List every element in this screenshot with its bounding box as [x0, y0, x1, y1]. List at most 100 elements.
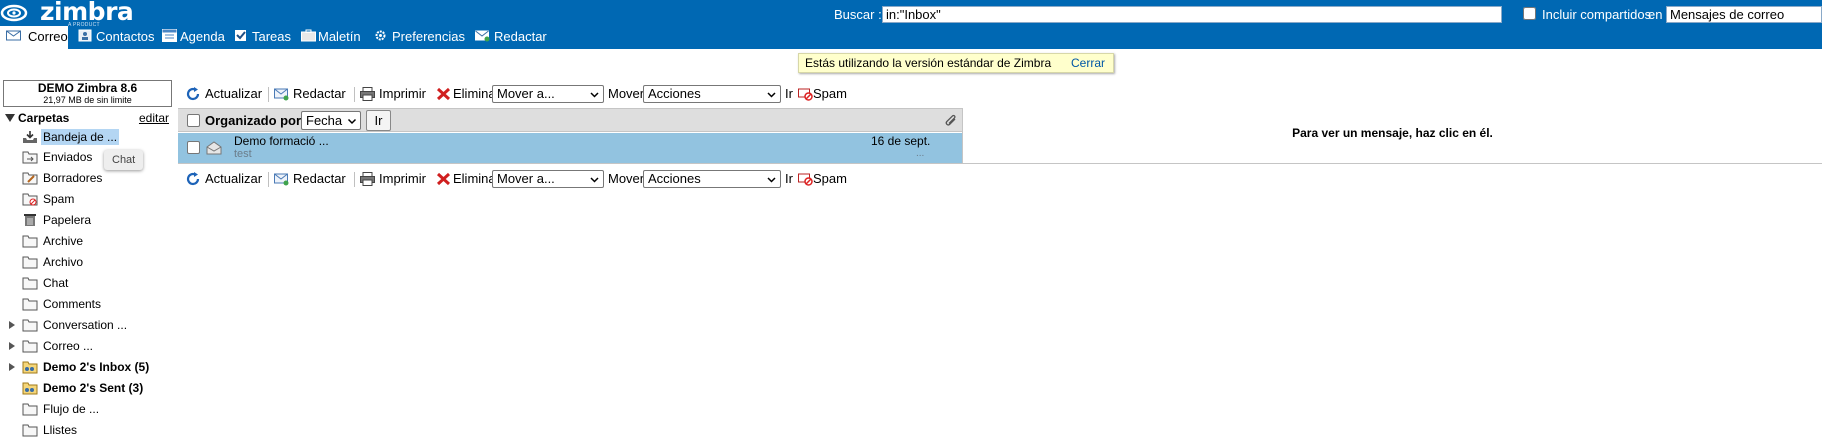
folder-label: Spam — [43, 192, 75, 206]
move-to-select-value: Mover a... — [497, 171, 555, 186]
go-button[interactable]: Ir — [785, 171, 793, 187]
chat-tooltip: Chat — [104, 150, 144, 170]
folder-label: Papelera — [43, 213, 92, 227]
folder-label: Enviados — [43, 150, 93, 164]
print-icon — [360, 87, 375, 101]
paperclip-icon[interactable] — [944, 113, 958, 129]
sort-go-button[interactable]: Ir — [366, 110, 391, 131]
folder-llistes[interactable]: Llistes — [0, 422, 172, 440]
spam-label: Spam — [813, 86, 847, 101]
go-button[interactable]: Ir — [785, 86, 793, 102]
banner-close-link[interactable]: Cerrar — [1071, 54, 1105, 72]
briefcase-icon — [301, 29, 316, 42]
drafts-icon — [22, 172, 38, 185]
tab-agenda[interactable]: Agenda — [160, 26, 226, 49]
spam-icon — [798, 88, 813, 101]
move-button[interactable]: Mover — [608, 86, 644, 102]
actions-select[interactable]: Acciones — [643, 170, 781, 188]
folder-label: Conversation ... — [43, 318, 128, 332]
sort-by-select[interactable]: Fecha — [301, 111, 361, 130]
tab-tareas[interactable]: Tareas — [232, 26, 292, 49]
compose-label: Redactar — [293, 171, 346, 186]
message-list-header: Organizado por: Fecha Ir — [178, 108, 962, 132]
folder-icon — [22, 403, 38, 416]
chevron-down-icon — [590, 177, 599, 183]
folder-icon — [22, 298, 38, 311]
toolbar-divider — [354, 87, 355, 102]
compose-icon — [274, 88, 289, 101]
spam-icon — [22, 193, 38, 206]
message-toolbar-top: Actualizar Redactar Imprimir Eliminar Mo… — [184, 83, 1822, 105]
tab-label: Correo — [28, 29, 68, 44]
mail-icon — [6, 30, 21, 41]
folder-label: Correo ... — [43, 339, 94, 353]
message-checkbox[interactable] — [187, 141, 200, 154]
expand-arrow-icon[interactable] — [9, 321, 15, 329]
tab-contactos[interactable]: Contactos — [74, 26, 155, 49]
tab-maletin[interactable]: Maletín — [298, 26, 364, 49]
search-scope-select[interactable]: Mensajes de correo — [1666, 6, 1822, 23]
folder-demo2-inbox[interactable]: Demo 2's Inbox (5) — [0, 359, 172, 377]
collapse-folders-icon[interactable] — [5, 114, 15, 122]
compose-icon — [475, 30, 490, 42]
tab-label: Tareas — [252, 29, 292, 44]
folder-archivo[interactable]: Archivo — [0, 254, 172, 272]
quota-usage: 21,97 MB de sin limite — [43, 95, 132, 105]
move-button[interactable]: Mover — [608, 171, 644, 187]
search-input[interactable] — [882, 6, 1502, 23]
actions-select-value: Acciones — [648, 86, 701, 101]
banner-text: Estás utilizando la versión estándar de … — [805, 56, 1052, 70]
folder-icon — [22, 340, 38, 353]
shared-folder-icon — [22, 382, 38, 395]
tab-correo[interactable]: Correo — [0, 26, 68, 49]
folder-enviados[interactable]: Enviados — [0, 149, 172, 167]
folder-label: Demo 2's Inbox (5) — [43, 360, 150, 374]
compose-icon — [274, 173, 289, 186]
folder-comments[interactable]: Comments — [0, 296, 172, 314]
folder-icon — [22, 424, 38, 437]
toolbar-divider — [268, 87, 269, 102]
folder-icon — [22, 277, 38, 290]
message-snippet: test — [234, 148, 252, 160]
calendar-icon — [162, 29, 177, 42]
tab-redactar[interactable]: Redactar — [472, 26, 562, 49]
folder-correo[interactable]: Correo ... — [0, 338, 172, 356]
folder-demo2-sent[interactable]: Demo 2's Sent (3) — [0, 380, 172, 398]
move-to-select[interactable]: Mover a... — [492, 170, 604, 188]
gear-icon — [375, 30, 386, 41]
folder-conversation[interactable]: Conversation ... — [0, 317, 172, 335]
tab-preferencias[interactable]: Preferencias — [370, 26, 466, 49]
folders-edit-link[interactable]: editar — [139, 111, 169, 125]
search-scope-label: en — [1648, 7, 1663, 22]
folder-label: Borradores — [43, 171, 103, 185]
folder-icon — [22, 256, 38, 269]
chevron-down-icon — [767, 92, 776, 98]
actions-select[interactable]: Acciones — [643, 85, 781, 103]
folder-bandeja-de-entrada[interactable]: Bandeja de ... — [0, 129, 172, 147]
trash-icon — [24, 214, 36, 226]
folder-label: Flujo de ... — [43, 402, 100, 416]
tasks-icon — [235, 30, 246, 41]
folder-spam[interactable]: Spam — [0, 191, 172, 209]
include-shared-checkbox[interactable] — [1523, 7, 1536, 20]
message-row[interactable]: Demo formació ... test 16 de sept. ... — [178, 133, 962, 163]
folder-chat[interactable]: Chat — [0, 275, 172, 293]
zimbra-logo[interactable]: zimbra A PRODUCT — [0, 0, 134, 28]
expand-arrow-icon[interactable] — [9, 342, 15, 350]
folders-title: Carpetas — [18, 111, 70, 125]
folder-icon — [22, 235, 38, 248]
folder-flujo[interactable]: Flujo de ... — [0, 401, 172, 419]
move-to-select[interactable]: Mover a... — [492, 85, 604, 103]
folder-borradores[interactable]: Borradores — [0, 170, 172, 188]
tab-label: Preferencias — [392, 29, 465, 44]
folder-archive[interactable]: Archive — [0, 233, 172, 251]
folder-icon — [22, 319, 38, 332]
print-icon — [360, 172, 375, 186]
include-shared-label: Incluir compartidos — [1542, 7, 1652, 22]
folder-papelera[interactable]: Papelera — [0, 212, 172, 230]
message-sender: Demo formació ... — [234, 134, 329, 148]
account-quota-box: DEMO Zimbra 8.6 21,97 MB de sin limite — [3, 80, 172, 107]
shared-folder-icon — [22, 361, 38, 374]
expand-arrow-icon[interactable] — [9, 363, 15, 371]
select-all-checkbox[interactable] — [187, 114, 200, 127]
